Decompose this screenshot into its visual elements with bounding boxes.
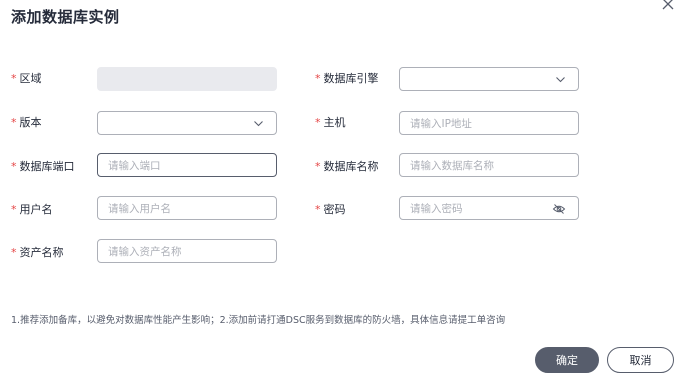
host-field[interactable] <box>399 111 579 135</box>
required-star-icon: * <box>11 246 17 259</box>
db-engine-label-text: 数据库引擎 <box>323 72 379 85</box>
port-field[interactable] <box>97 153 277 177</box>
username-label: * 用户名 <box>11 203 53 217</box>
required-star-icon: * <box>315 72 321 85</box>
db-name-label-text: 数据库名称 <box>323 160 379 173</box>
required-star-icon: * <box>11 203 17 216</box>
asset-name-label: * 资产名称 <box>11 246 64 260</box>
port-label: * 数据库端口 <box>11 160 75 174</box>
password-field[interactable] <box>399 196 579 220</box>
version-label-text: 版本 <box>19 116 42 129</box>
confirm-button[interactable]: 确定 <box>535 347 599 373</box>
host-input[interactable] <box>400 113 578 135</box>
close-icon[interactable] <box>660 0 676 12</box>
db-name-label: * 数据库名称 <box>315 160 379 174</box>
username-input[interactable] <box>98 198 276 220</box>
required-star-icon: * <box>315 116 321 129</box>
required-star-icon: * <box>11 160 17 173</box>
region-label: * 区域 <box>11 72 42 86</box>
password-label: * 密码 <box>315 203 346 217</box>
password-label-text: 密码 <box>323 203 346 216</box>
host-label-text: 主机 <box>323 116 346 129</box>
chevron-down-icon <box>254 121 263 127</box>
db-name-field[interactable] <box>399 153 579 177</box>
db-engine-select[interactable] <box>399 67 579 91</box>
required-star-icon: * <box>11 72 17 85</box>
dialog-title: 添加数据库实例 <box>11 8 120 26</box>
region-field <box>97 67 277 91</box>
db-engine-label: * 数据库引擎 <box>315 72 379 86</box>
asset-name-input[interactable] <box>98 241 276 263</box>
username-label-text: 用户名 <box>19 203 53 216</box>
asset-name-field[interactable] <box>97 239 277 263</box>
version-label: * 版本 <box>11 116 42 130</box>
cancel-button[interactable]: 取消 <box>607 347 674 373</box>
asset-name-label-text: 资产名称 <box>19 246 64 259</box>
required-star-icon: * <box>11 116 17 129</box>
db-name-input[interactable] <box>400 155 578 177</box>
required-star-icon: * <box>315 203 321 216</box>
host-label: * 主机 <box>315 116 346 130</box>
region-label-text: 区域 <box>19 72 42 85</box>
username-field[interactable] <box>97 196 277 220</box>
hint-note: 1.推荐添加备库，以避免对数据库性能产生影响；2.添加前请打通DSC服务到数据库… <box>11 315 506 326</box>
required-star-icon: * <box>315 160 321 173</box>
version-select[interactable] <box>97 111 277 135</box>
port-label-text: 数据库端口 <box>19 160 75 173</box>
chevron-down-icon <box>556 77 565 83</box>
eye-off-icon[interactable] <box>552 202 566 216</box>
port-input[interactable] <box>98 155 276 177</box>
